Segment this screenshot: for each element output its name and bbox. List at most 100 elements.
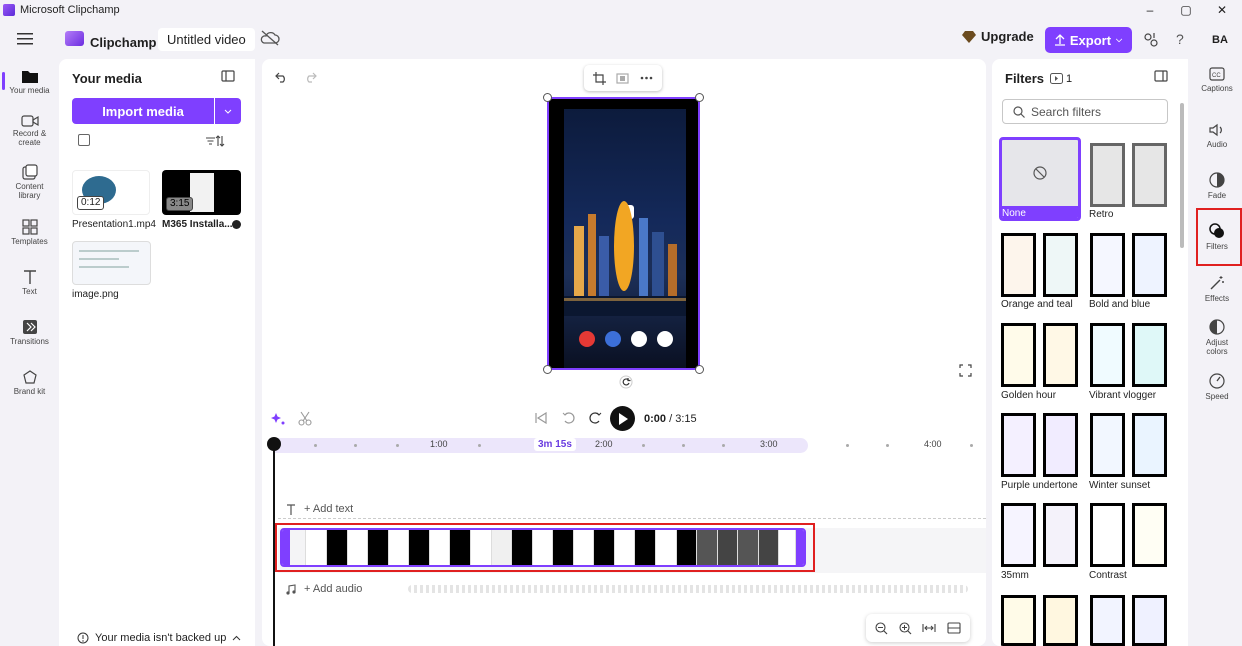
collapse-panel-icon[interactable] — [221, 70, 235, 82]
filter-card-vibrant-vlogger[interactable] — [1088, 319, 1170, 391]
media-thumbnail[interactable]: 0:12 — [72, 170, 150, 215]
clip-frame — [717, 530, 739, 565]
speaker-icon — [1209, 123, 1222, 137]
resize-handle[interactable] — [543, 365, 552, 374]
more-options-icon[interactable] — [640, 76, 653, 80]
rewind-5s-icon[interactable] — [562, 411, 576, 425]
skip-to-start-icon[interactable] — [535, 412, 547, 424]
media-thumbnail[interactable] — [72, 241, 151, 285]
filter-label: Orange and teal — [1001, 299, 1073, 310]
export-button[interactable]: Export ⌵ — [1045, 27, 1132, 53]
rotate-icon[interactable] — [619, 375, 633, 389]
upgrade-label: Upgrade — [981, 29, 1034, 44]
media-name: image.png — [72, 289, 119, 300]
filter-card[interactable] — [999, 591, 1081, 646]
clip-frame — [573, 530, 595, 565]
resize-handle[interactable] — [695, 93, 704, 102]
redo-icon[interactable] — [304, 72, 317, 83]
crop-icon[interactable] — [593, 71, 607, 85]
rail-item-effects[interactable]: Effects — [1192, 275, 1242, 303]
avatar[interactable]: BA — [1208, 29, 1232, 51]
rail-item-record-create[interactable]: Record & create — [0, 115, 59, 147]
fullscreen-icon[interactable] — [959, 364, 972, 377]
rail-item-brand-kit[interactable]: Brand kit — [0, 369, 59, 396]
maximize-button[interactable]: ▢ — [1168, 0, 1204, 19]
expand-timeline-icon[interactable] — [947, 622, 961, 634]
scissors-icon[interactable] — [298, 411, 312, 426]
rail-item-audio[interactable]: Audio — [1192, 123, 1242, 149]
rail-item-your-media[interactable]: Your media — [0, 69, 59, 95]
filter-card-retro[interactable] — [1088, 139, 1170, 211]
rail-item-filters[interactable]: Filters — [1192, 223, 1242, 251]
play-button[interactable] — [610, 406, 635, 431]
checkmark-icon — [232, 220, 241, 229]
clip-frame — [697, 530, 718, 565]
media-thumbnail[interactable]: 3:15 — [162, 170, 241, 215]
clipchamp-logo — [65, 31, 84, 46]
filter-card-contrast[interactable] — [1088, 499, 1170, 571]
forward-5s-icon[interactable] — [588, 411, 602, 425]
upload-icon — [1054, 34, 1065, 46]
magic-sparkle-icon[interactable] — [271, 412, 285, 426]
rail-item-content-library[interactable]: Content library — [0, 164, 59, 200]
collapse-panel-icon[interactable] — [1154, 70, 1168, 82]
video-preview[interactable] — [543, 93, 704, 374]
import-dropdown-button[interactable] — [215, 98, 241, 124]
rail-item-text[interactable]: Text — [0, 269, 59, 296]
filter-card-bold-and-blue[interactable] — [1088, 229, 1170, 301]
help-icon[interactable]: ? — [1176, 31, 1184, 47]
share-icon[interactable] — [1143, 32, 1159, 48]
search-filters-input[interactable]: Search filters — [1002, 99, 1168, 124]
clip-trim-handle-left[interactable] — [282, 530, 290, 565]
clip-frame — [758, 530, 780, 565]
resize-handle[interactable] — [543, 93, 552, 102]
clip-trim-handle-right[interactable] — [796, 530, 804, 565]
filter-card-golden-hour[interactable] — [999, 319, 1081, 391]
zoom-in-icon[interactable] — [899, 621, 912, 635]
close-window-button[interactable]: ✕ — [1204, 0, 1240, 19]
filter-card-none[interactable]: None — [999, 137, 1081, 221]
app-header: Clipchamp Untitled video Upgrade Export … — [0, 19, 1242, 59]
panel-title: Your media — [72, 71, 142, 86]
filter-card[interactable] — [1088, 591, 1170, 646]
audio-track[interactable]: + Add audio — [278, 579, 986, 599]
fade-icon — [1209, 172, 1225, 188]
rail-item-transitions[interactable]: Transitions — [0, 319, 59, 346]
text-track[interactable]: + Add text — [278, 500, 986, 519]
filter-card-orange-and-teal[interactable] — [999, 229, 1081, 301]
fit-icon[interactable] — [616, 72, 630, 85]
rail-label: Content library — [15, 182, 44, 200]
filter-card-winter-sunset[interactable] — [1088, 409, 1170, 481]
video-clip[interactable] — [280, 528, 806, 567]
rail-item-adjust-colors[interactable]: Adjust colors — [1192, 319, 1242, 356]
add-audio-label: + Add audio — [304, 583, 363, 595]
sort-icon[interactable] — [205, 134, 225, 148]
applied-filter-count: 1 — [1050, 73, 1072, 85]
hamburger-menu-icon[interactable] — [17, 32, 33, 45]
timeline-ruler[interactable]: 1:00 3m 15s 2:00 3:00 4:00 — [274, 436, 986, 456]
backup-notice[interactable]: Your media isn't backed up — [77, 632, 241, 644]
camera-icon — [20, 115, 39, 127]
rail-item-captions[interactable]: CC Captions — [1192, 67, 1242, 93]
import-media-button[interactable]: Import media — [72, 98, 214, 124]
cloud-off-icon[interactable] — [260, 30, 280, 46]
current-time: 0:00 — [644, 413, 667, 425]
rail-item-fade[interactable]: Fade — [1192, 172, 1242, 200]
filter-card-purple-undertone[interactable] — [999, 409, 1081, 481]
video-title-field[interactable]: Untitled video — [158, 28, 255, 51]
upgrade-button[interactable]: Upgrade — [962, 29, 1034, 44]
zoom-out-icon[interactable] — [875, 621, 888, 635]
svg-text:CC: CC — [1212, 73, 1221, 79]
select-all-checkbox[interactable] — [78, 134, 90, 146]
clip-frame — [779, 530, 797, 565]
resize-handle[interactable] — [695, 365, 704, 374]
minimize-button[interactable]: – — [1132, 0, 1168, 19]
rail-item-speed[interactable]: Speed — [1192, 373, 1242, 401]
filter-card-35mm[interactable] — [999, 499, 1081, 571]
fit-to-timeline-icon[interactable] — [922, 622, 936, 634]
app-dock — [574, 331, 678, 347]
scrollbar[interactable] — [1180, 103, 1184, 248]
zoom-controls — [866, 614, 970, 642]
rail-item-templates[interactable]: Templates — [0, 219, 59, 246]
undo-icon[interactable] — [275, 72, 288, 83]
